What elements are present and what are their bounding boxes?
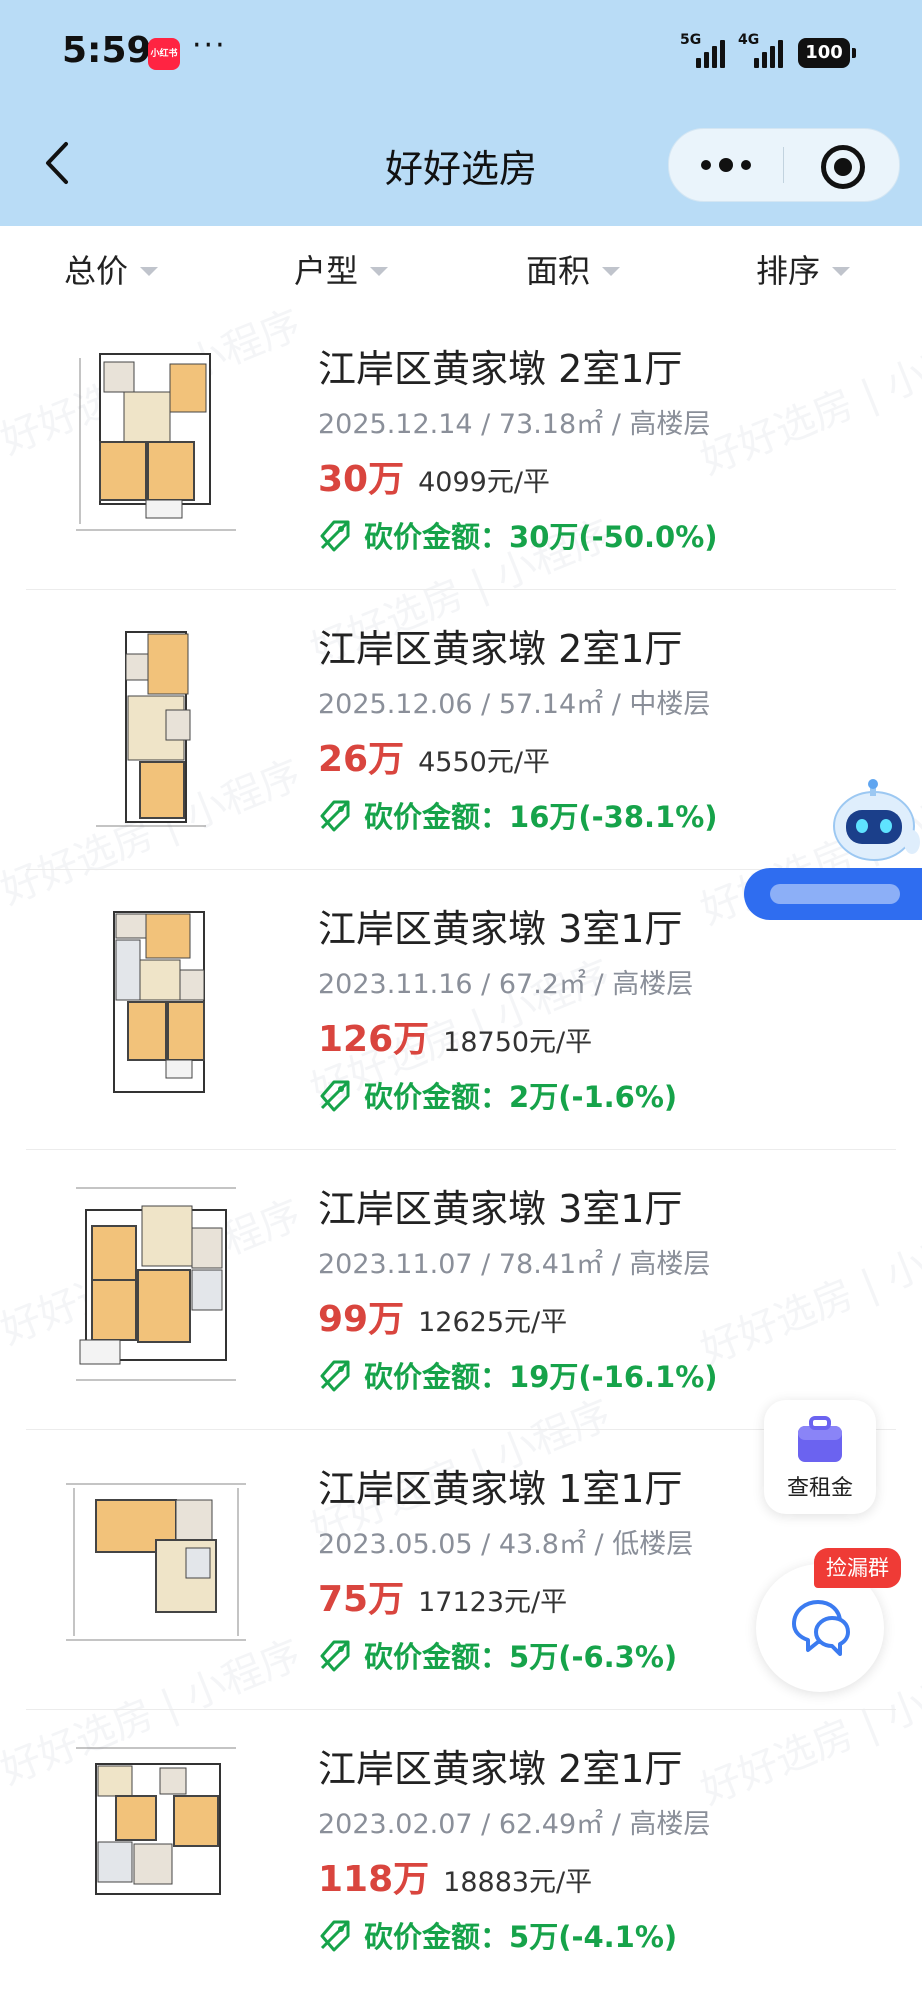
check-rent-label: 查租金 [786,1476,853,1501]
unit-price: 18750元/平 [443,1027,593,1058]
filter-total-price[interactable]: 总价 [64,246,159,292]
caret-down-icon [370,266,389,276]
floor-plan-image [76,353,236,531]
listing-meta: 2023.05.05 / 43.8㎡ / 低楼层 [318,1529,694,1560]
unit-price: 17123元/平 [418,1587,568,1618]
listing-title: 江岸区黄家墩 2室1厅 [318,347,683,391]
total-price: 30万 [318,459,405,500]
floor-plan-image [113,911,205,1093]
status-time: 5:59 [62,30,152,71]
total-price: 75万 [318,1579,405,1620]
filter-sort[interactable]: 排序 [756,246,851,292]
listing-meta: 2025.12.06 / 57.14㎡ / 中楼层 [318,689,711,720]
chat-bubbles-icon [792,1600,850,1656]
listing-card[interactable]: 江岸区黄家墩 2室1厅 2025.12.06 / 57.14㎡ / 中楼层 26… [0,590,922,870]
listing-meta: 2023.11.16 / 67.2㎡ / 高楼层 [318,969,694,1000]
listing-card[interactable]: 江岸区黄家墩 2室1厅 2025.12.14 / 73.18㎡ / 高楼层 30… [0,310,922,590]
price-tag-cut-icon [320,1360,350,1392]
price-cut-row: 砍价金额： 16万(-38.1%) [318,794,718,836]
price-cut-value: 19万(-16.1%) [509,1360,718,1394]
check-rent-button[interactable]: 查租金 [764,1400,876,1514]
floor-plan-image [66,1483,246,1641]
total-price: 26万 [318,739,405,780]
listing-title: 江岸区黄家墩 1室1厅 [318,1467,683,1511]
price-tag-cut-icon [320,1080,350,1112]
listing-card[interactable]: 江岸区黄家墩 2室1厅 2023.02.07 / 62.49㎡ / 高楼层 11… [0,1710,922,1990]
price-cut-label: 砍价金额： [364,1080,510,1114]
price-row: 118万 18883元/平 [318,1850,592,1902]
listing-meta: 2023.02.07 / 62.49㎡ / 高楼层 [318,1809,711,1840]
assistant-banner-text-blurred [770,884,900,904]
unit-price: 4099元/平 [418,467,550,498]
filter-label: 排序 [756,252,821,290]
caret-down-icon [140,266,159,276]
filter-label: 户型 [294,252,359,290]
listing-meta: 2025.12.14 / 73.18㎡ / 高楼层 [318,409,711,440]
price-cut-row: 砍价金额： 19万(-16.1%) [318,1354,718,1396]
bag-icon [798,1416,842,1462]
price-cut-value: 5万(-4.1%) [509,1920,678,1954]
target-close-icon[interactable] [821,145,865,189]
total-price: 126万 [318,1019,430,1060]
price-cut-label: 砍价金额： [364,1640,510,1674]
status-more-dots: ··· [192,28,227,63]
price-row: 30万 4099元/平 [318,450,550,502]
filter-label: 总价 [64,252,129,290]
miniprogram-capsule [668,128,900,202]
price-tag-cut-icon [320,1640,350,1672]
caret-down-icon [602,266,621,276]
listing-title: 江岸区黄家墩 2室1厅 [318,627,683,671]
total-price: 118万 [318,1859,430,1900]
listing-card[interactable]: 江岸区黄家墩 3室1厅 2023.11.07 / 78.41㎡ / 高楼层 99… [0,1150,922,1430]
more-dots-button[interactable] [669,129,783,201]
filter-bar: 总价 户型 面积 排序 [0,226,922,310]
filter-layout[interactable]: 户型 [294,246,389,292]
price-cut-label: 砍价金额： [364,800,510,834]
top-bar: 5:59 小红书 ··· 5G 4G 100 好好选房 [0,0,922,226]
filter-label: 面积 [526,252,591,290]
signal-4g-icon [754,40,783,68]
floor-plan-image [76,1747,236,1895]
price-cut-label: 砍价金额： [364,520,510,554]
signal-5g-icon [696,40,725,68]
price-tag-cut-icon [320,520,350,552]
price-row: 99万 12625元/平 [318,1290,567,1342]
floor-plan-image [96,631,206,827]
robot-assistant-icon[interactable] [818,776,922,876]
listing-title: 江岸区黄家墩 3室1厅 [318,1187,683,1231]
price-cut-row: 砍价金额： 5万(-4.1%) [318,1914,677,1956]
price-row: 26万 4550元/平 [318,730,550,782]
listing-title: 江岸区黄家墩 3室1厅 [318,907,683,951]
price-cut-row: 砍价金额： 5万(-6.3%) [318,1634,677,1676]
price-cut-value: 5万(-6.3%) [509,1640,678,1674]
unit-price: 12625元/平 [418,1307,568,1338]
listing-title: 江岸区黄家墩 2室1厅 [318,1747,683,1791]
price-cut-label: 砍价金额： [364,1360,510,1394]
price-cut-label: 砍价金额： [364,1920,510,1954]
caret-down-icon [832,266,851,276]
xiaohongshu-app-icon: 小红书 [148,38,180,70]
price-cut-row: 砍价金额： 30万(-50.0%) [318,514,718,556]
unit-price: 18883元/平 [443,1867,593,1898]
price-tag-cut-icon [320,800,350,832]
price-row: 75万 17123元/平 [318,1570,567,1622]
price-cut-value: 30万(-50.0%) [509,520,718,554]
price-cut-value: 2万(-1.6%) [509,1080,678,1114]
unit-price: 4550元/平 [418,747,550,778]
floor-plan-image [76,1187,236,1381]
bargain-group-badge: 捡漏群 [814,1548,901,1588]
more-dots-icon [701,160,711,170]
filter-area[interactable]: 面积 [526,246,621,292]
price-cut-row: 砍价金额： 2万(-1.6%) [318,1074,677,1116]
price-cut-value: 16万(-38.1%) [509,800,718,834]
price-row: 126万 18750元/平 [318,1010,592,1062]
capsule-divider [783,147,784,183]
listing-meta: 2023.11.07 / 78.41㎡ / 高楼层 [318,1249,711,1280]
battery-indicator: 100 [798,38,856,68]
total-price: 99万 [318,1299,405,1340]
price-tag-cut-icon [320,1920,350,1952]
